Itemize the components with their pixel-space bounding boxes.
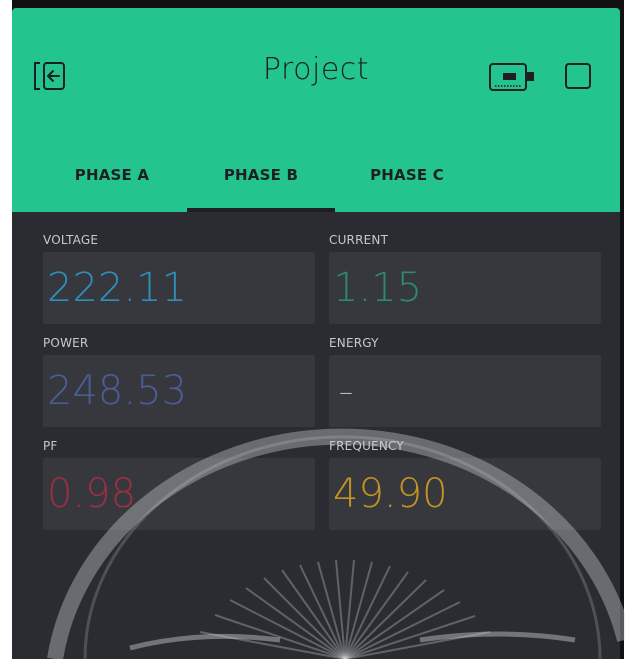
device-button[interactable] (486, 60, 538, 94)
frequency-display[interactable]: 49.90 (329, 458, 601, 530)
power-label: POWER (43, 336, 89, 350)
voltage-label: VOLTAGE (43, 233, 99, 247)
device-icon (489, 63, 534, 91)
current-label: CURRENT (329, 233, 389, 247)
current-value: 1.15 (333, 265, 423, 311)
pf-value: 0.98 (47, 471, 137, 517)
checkbox-icon[interactable] (565, 63, 591, 89)
pf-label: PF (43, 439, 58, 453)
current-display[interactable]: 1.15 (329, 252, 601, 324)
frequency-label: FREQUENCY (329, 439, 404, 453)
tab-phase-a[interactable]: PHASE A (42, 165, 182, 185)
energy-value: – (339, 374, 353, 408)
app-header: Project PHASE A PHASE B PHASE C (12, 8, 620, 212)
pf-display[interactable]: 0.98 (43, 458, 315, 530)
power-display[interactable]: 248.53 (43, 355, 315, 427)
power-value: 248.53 (47, 368, 187, 414)
tab-phase-c[interactable]: PHASE C (332, 165, 482, 185)
app-screen: Project PHASE A PHASE B PHASE C VOLTAGE … (12, 8, 620, 659)
frequency-value: 49.90 (333, 471, 448, 517)
tab-selected-indicator (187, 208, 335, 212)
tab-phase-b[interactable]: PHASE B (187, 165, 335, 185)
voltage-display[interactable]: 222.11 (43, 252, 315, 324)
energy-label: ENERGY (329, 336, 379, 350)
voltage-value: 222.11 (47, 265, 187, 311)
energy-display[interactable]: – (329, 355, 601, 427)
tab-bar: PHASE A PHASE B PHASE C (12, 128, 620, 212)
